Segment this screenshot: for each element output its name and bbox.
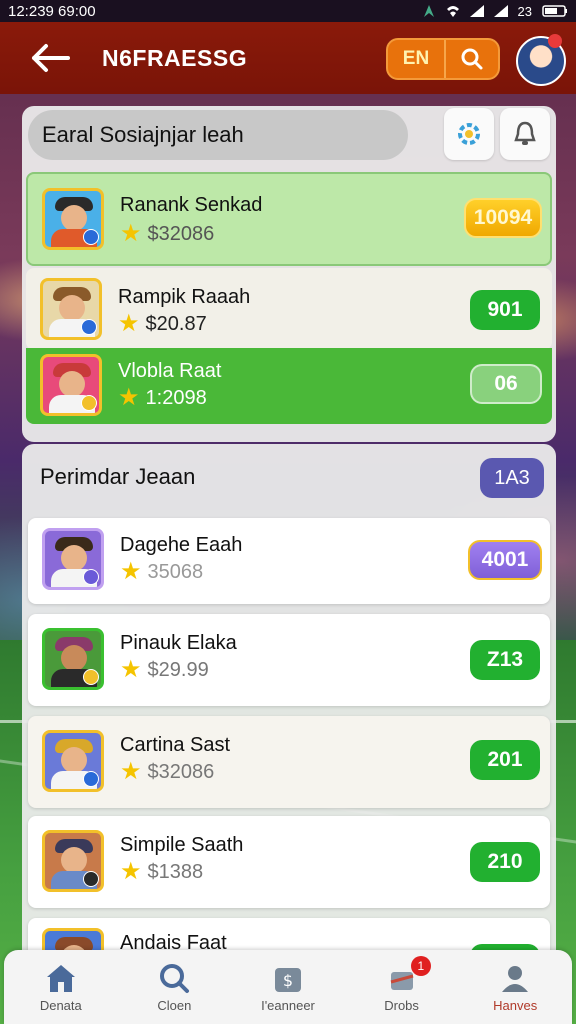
score-pill[interactable]: 901 xyxy=(470,290,540,330)
player-value: ★ $1388 xyxy=(120,860,203,884)
page-title: N6FRAESSG xyxy=(102,44,248,71)
star-icon: ★ xyxy=(120,858,142,885)
nav-label: Hanves xyxy=(493,997,538,1013)
search-icon xyxy=(461,48,483,70)
notifications-button[interactable] xyxy=(500,108,550,160)
player-avatar xyxy=(42,830,104,892)
nav-label: Cloen xyxy=(157,997,192,1013)
value-text: 1:2098 xyxy=(145,386,207,409)
battery-level: 23 xyxy=(517,3,532,19)
player-value: ★ $20.87 xyxy=(118,312,207,336)
nav-label: Denata xyxy=(39,997,82,1013)
wallet-icon: $ xyxy=(274,967,301,992)
app-header: N6FRAESSG EN xyxy=(0,22,576,94)
user-icon xyxy=(502,965,529,992)
list-item[interactable]: Rampik Raaah ★ $20.87 901 xyxy=(26,268,552,350)
value-text: 35068 xyxy=(147,560,204,583)
star-icon: ★ xyxy=(118,310,140,337)
score-pill[interactable]: Z13 xyxy=(470,640,540,680)
nav-label: Drobs xyxy=(384,997,419,1013)
notification-badge: 1 xyxy=(410,956,431,976)
lang-search-group: EN xyxy=(386,38,500,80)
gear-icon xyxy=(458,123,480,145)
value-text: $29.99 xyxy=(147,658,209,681)
player-name: Dagehe Eaah xyxy=(120,534,243,556)
section-title: Perimdar Jeaan xyxy=(40,464,196,489)
search-button[interactable] xyxy=(444,40,498,78)
player-value: ★ $32086 xyxy=(120,222,214,246)
star-icon: ★ xyxy=(120,558,142,585)
value-text: $32086 xyxy=(147,222,215,245)
nav-label: I'eanneer xyxy=(261,997,315,1013)
list-item[interactable]: Cartina Sast ★ $32086 201 xyxy=(28,716,550,808)
player-avatar xyxy=(42,188,104,250)
location-icon xyxy=(423,5,434,17)
battery-icon xyxy=(542,5,567,17)
svg-text:$: $ xyxy=(283,971,293,990)
player-avatar xyxy=(40,278,102,340)
section-title: Earal Sosiajnjar leah xyxy=(28,110,408,160)
star-icon: ★ xyxy=(120,758,142,785)
player-name: Andais Faat xyxy=(120,932,227,950)
status-bar: 12:239 69:00 23 xyxy=(0,0,576,22)
player-name: Pinauk Elaka xyxy=(120,632,237,654)
nav-search[interactable]: Cloen xyxy=(118,950,232,1024)
score-pill[interactable]: 210 xyxy=(470,842,540,882)
nav-drops[interactable]: 1 Drobs xyxy=(345,950,459,1024)
list-item[interactable]: Ranank Senkad ★ $32086 10094 xyxy=(26,172,552,266)
nav-wallet[interactable]: $ I'eanneer xyxy=(231,950,345,1024)
player-name: Vlobla Raat xyxy=(118,360,222,382)
filter-button[interactable] xyxy=(444,108,494,160)
player-avatar xyxy=(42,628,104,690)
bell-icon xyxy=(514,121,536,145)
player-name: Cartina Sast xyxy=(120,734,231,756)
flower-icon xyxy=(548,34,562,48)
list-item[interactable]: Simpile Saath ★ $1388 210 xyxy=(28,816,550,908)
player-avatar xyxy=(40,354,102,416)
signal-icon xyxy=(493,5,508,17)
home-icon xyxy=(46,964,75,992)
value-text: $20.87 xyxy=(145,312,207,335)
star-icon: ★ xyxy=(120,656,142,683)
value-text: $32086 xyxy=(147,760,215,783)
wifi-icon xyxy=(446,6,459,17)
player-avatar xyxy=(42,928,104,950)
star-icon: ★ xyxy=(120,220,142,247)
back-button[interactable] xyxy=(24,32,76,84)
status-icons: 23 xyxy=(422,4,568,19)
list-item[interactable]: Pinauk Elaka ★ $29.99 Z13 xyxy=(28,614,550,706)
player-value: ★ $29.99 xyxy=(120,658,209,682)
score-pill[interactable]: 06 xyxy=(470,364,542,404)
list-item[interactable]: Vlobla Raat ★ 1:2098 06 xyxy=(26,348,552,424)
player-value: ★ 1:2098 xyxy=(118,386,207,410)
signal-icon xyxy=(469,5,484,17)
score-pill[interactable]: 201 xyxy=(470,740,540,780)
star-icon: ★ xyxy=(118,384,140,411)
player-avatar xyxy=(42,730,104,792)
player-value: ★ 35068 xyxy=(120,560,203,584)
search-icon xyxy=(160,963,190,993)
nav-profile[interactable]: Hanves xyxy=(458,950,572,1024)
player-avatar xyxy=(42,528,104,590)
player-name: Simpile Saath xyxy=(120,834,244,856)
arrow-left-icon xyxy=(32,44,70,72)
player-value: ★ $32086 xyxy=(120,760,214,784)
player-name: Rampik Raaah xyxy=(118,286,251,308)
nav-home[interactable]: Denata xyxy=(4,950,118,1024)
profile-avatar[interactable] xyxy=(516,34,566,86)
list-item[interactable]: Dagehe Eaah ★ 35068 4001 xyxy=(28,518,550,604)
bottom-nav: Denata Cloen $ I'eanneer 1 Drobs Hanves xyxy=(4,950,572,1024)
value-text: $1388 xyxy=(147,860,204,883)
count-badge: 1A3 xyxy=(480,458,544,498)
list-item[interactable]: Andais Faat xyxy=(28,918,550,950)
language-button[interactable]: EN xyxy=(388,40,444,78)
status-time: 12:239 69:00 xyxy=(8,2,96,20)
score-pill[interactable]: 4001 xyxy=(468,540,542,580)
score-pill[interactable]: 10094 xyxy=(464,198,542,238)
player-name: Ranank Senkad xyxy=(120,194,263,216)
